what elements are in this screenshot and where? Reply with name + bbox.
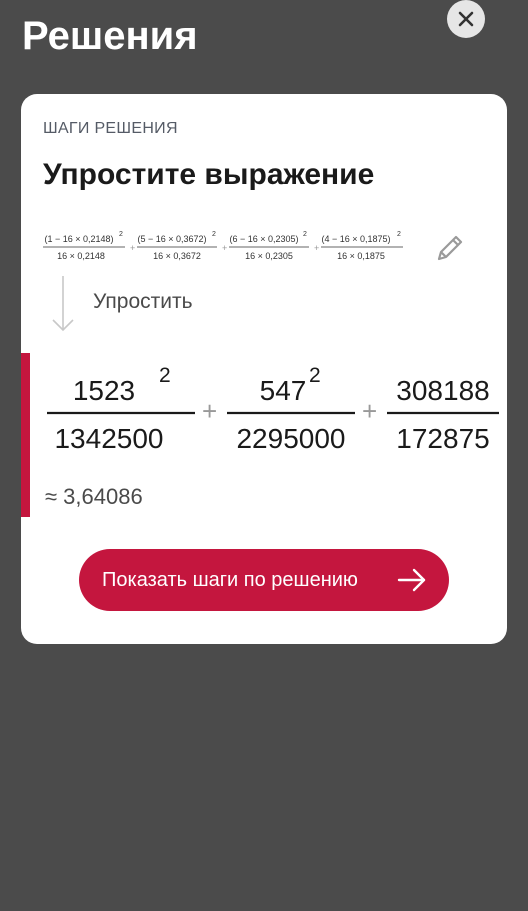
solution-card: ШАГИ РЕШЕНИЯ Упростите выражение (1 − 16… xyxy=(21,94,507,644)
close-button[interactable] xyxy=(447,0,485,38)
original-expression[interactable]: (1 − 16 × 0,2148) 2 16 × 0,2148 + (5 − 1… xyxy=(41,228,421,272)
original-term: (5 − 16 × 0,3672) 2 16 × 0,3672 xyxy=(137,231,217,261)
page-title: Решения xyxy=(22,14,198,58)
plus-sign: + xyxy=(130,243,135,253)
arrow-down-icon xyxy=(52,276,74,332)
card-title: Упростите выражение xyxy=(43,158,375,191)
result-expression: 1523 2 1342500 + 547 2 2295000 + 308188 … xyxy=(47,364,499,454)
result-denominator: 2295000 xyxy=(236,423,345,454)
original-exponent: 2 xyxy=(119,231,123,238)
approximate-value: ≈ 3,64086 xyxy=(45,484,143,509)
result-exponent: 2 xyxy=(159,364,171,387)
close-icon xyxy=(458,11,474,27)
result-term: 308188 172875 xyxy=(387,375,499,454)
original-denominator: 16 × 0,2148 xyxy=(57,251,105,261)
pencil-icon[interactable] xyxy=(433,231,467,265)
result-denominator: 172875 xyxy=(396,423,489,454)
original-numerator: (1 − 16 × 0,2148) xyxy=(44,234,113,244)
original-exponent: 2 xyxy=(303,231,307,238)
plus-sign: + xyxy=(362,396,377,426)
result-numerator: 1523 xyxy=(73,375,135,406)
original-exponent: 2 xyxy=(212,231,216,238)
result-numerator: 547 xyxy=(260,375,307,406)
result-numerator: 308188 xyxy=(396,375,489,406)
plus-sign: + xyxy=(222,243,227,253)
original-term: (1 − 16 × 0,2148) 2 16 × 0,2148 xyxy=(43,231,125,261)
step-label[interactable]: Упростить xyxy=(93,290,193,314)
arrow-right-icon xyxy=(397,568,426,592)
plus-sign: + xyxy=(314,243,319,253)
original-exponent: 2 xyxy=(397,231,401,238)
result-term: 1523 2 1342500 xyxy=(47,364,195,454)
original-term: (4 − 16 × 0,1875) 2 16 × 0,1875 xyxy=(321,231,403,261)
show-steps-button[interactable]: Показать шаги по решению xyxy=(79,549,449,611)
section-label: ШАГИ РЕШЕНИЯ xyxy=(43,120,178,137)
original-numerator: (4 − 16 × 0,1875) xyxy=(321,234,390,244)
active-step-indicator xyxy=(21,353,30,517)
original-denominator: 16 × 0,1875 xyxy=(337,251,385,261)
original-denominator: 16 × 0,3672 xyxy=(153,251,201,261)
result-denominator: 1342500 xyxy=(54,423,163,454)
show-steps-label: Показать шаги по решению xyxy=(102,568,358,591)
original-term: (6 − 16 × 0,2305) 2 16 × 0,2305 xyxy=(229,231,309,261)
original-numerator: (6 − 16 × 0,2305) xyxy=(229,234,298,244)
result-term: 547 2 2295000 xyxy=(227,364,355,454)
original-numerator: (5 − 16 × 0,3672) xyxy=(137,234,206,244)
original-denominator: 16 × 0,2305 xyxy=(245,251,293,261)
result-exponent: 2 xyxy=(309,364,321,387)
plus-sign: + xyxy=(202,396,217,426)
